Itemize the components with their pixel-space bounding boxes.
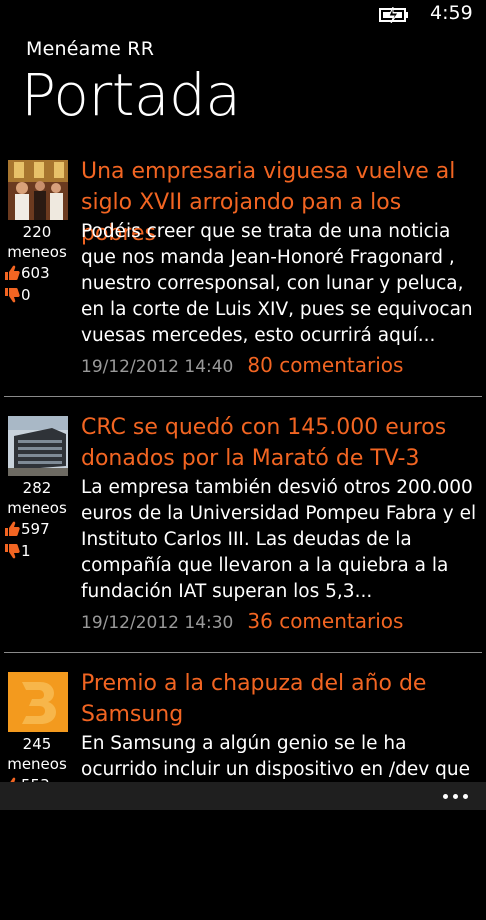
thumbs-down-icon bbox=[5, 288, 20, 303]
like-row[interactable]: 603 bbox=[4, 262, 70, 284]
item-divider bbox=[4, 396, 482, 397]
like-row[interactable]: 597 bbox=[4, 518, 70, 540]
ellipsis-icon bbox=[463, 793, 468, 799]
ellipsis-icon bbox=[453, 793, 458, 799]
news-meta: 19/12/2012 14:30 36 comentarios bbox=[81, 609, 403, 633]
news-thumbnail[interactable] bbox=[8, 160, 68, 220]
thumbs-down-icon bbox=[5, 544, 20, 559]
vote-label: meneos bbox=[7, 755, 67, 773]
news-description: Podéis creer que se trata de una noticia… bbox=[81, 221, 473, 346]
vote-panel: 282 meneos 597 1 bbox=[4, 478, 70, 562]
vote-label: meneos bbox=[7, 243, 67, 261]
item-divider bbox=[4, 652, 482, 653]
more-options-button[interactable] bbox=[443, 782, 468, 810]
status-bar: 4:59 bbox=[0, 0, 486, 34]
battery-charging-icon bbox=[379, 7, 408, 23]
like-count: 603 bbox=[21, 264, 50, 282]
news-date: 19/12/2012 14:30 bbox=[81, 613, 234, 633]
comments-link[interactable]: 36 comentarios bbox=[247, 609, 403, 633]
vote-count: 220 bbox=[22, 223, 52, 241]
app-title: Menéame RR bbox=[26, 38, 155, 60]
news-thumbnail[interactable] bbox=[8, 416, 68, 476]
thumbnail-image bbox=[8, 672, 68, 732]
news-thumbnail[interactable] bbox=[8, 672, 68, 732]
status-clock: 4:59 bbox=[430, 2, 473, 24]
app-bar bbox=[0, 782, 486, 810]
vote-label: meneos bbox=[7, 499, 67, 517]
dislike-count: 1 bbox=[21, 542, 31, 560]
dislike-count: 0 bbox=[21, 286, 31, 304]
ellipsis-icon bbox=[443, 793, 448, 799]
dislike-row[interactable]: 0 bbox=[4, 284, 70, 306]
thumbs-up-icon bbox=[5, 265, 20, 280]
comments-link[interactable]: 80 comentarios bbox=[247, 353, 403, 377]
news-headline[interactable]: Premio a la chapuza del año de Samsung bbox=[81, 668, 481, 730]
news-item[interactable]: 282 meneos 597 1 CRC se quedó con 145.00… bbox=[0, 408, 486, 664]
thumbnail-image bbox=[8, 416, 68, 476]
vote-count: 282 bbox=[22, 479, 52, 497]
vote-panel: 220 meneos 603 0 bbox=[4, 222, 70, 306]
dislike-row[interactable]: 1 bbox=[4, 540, 70, 562]
news-description: La empresa también desvió otros 200.000 … bbox=[81, 477, 477, 602]
news-item[interactable]: 220 meneos 603 0 Una empresaria viguesa … bbox=[0, 152, 486, 408]
page-title: Portada bbox=[21, 61, 241, 129]
like-count: 597 bbox=[21, 520, 50, 538]
news-meta: 19/12/2012 14:40 80 comentarios bbox=[81, 353, 403, 377]
thumbs-up-icon bbox=[5, 521, 20, 536]
vote-count: 245 bbox=[22, 735, 52, 753]
thumbnail-image bbox=[8, 160, 68, 220]
news-date: 19/12/2012 14:40 bbox=[81, 357, 234, 377]
news-headline[interactable]: CRC se quedó con 145.000 euros donados p… bbox=[81, 412, 481, 474]
